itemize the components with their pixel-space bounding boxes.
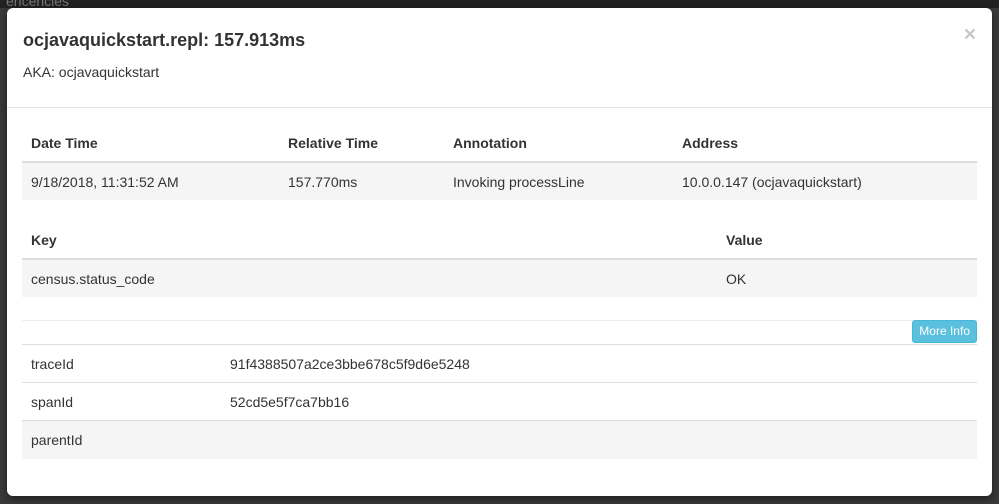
cell-date-time: 9/18/2018, 11:31:52 AM bbox=[22, 162, 279, 200]
parent-id-key: parentId bbox=[22, 420, 221, 459]
span-id-value: 52cd5e5f7ca7bb16 bbox=[221, 382, 977, 421]
trace-id-value: 91f4388507a2ce3bbe678c5f9d6e5248 bbox=[221, 344, 977, 383]
service-aka: AKA: ocjavaquickstart bbox=[23, 64, 160, 80]
modal-header: ocjavaquickstart.repl: 157.913ms AKA: oc… bbox=[7, 8, 992, 108]
cell-annotation: Invoking processLine bbox=[444, 162, 673, 200]
table-row: spanId 52cd5e5f7ca7bb16 bbox=[22, 382, 977, 421]
annotations-table: Date Time Relative Time Annotation Addre… bbox=[22, 124, 977, 200]
close-icon[interactable]: × bbox=[964, 24, 976, 45]
page-backdrop: encencies bbox=[0, 0, 999, 9]
annotations-header-row: Date Time Relative Time Annotation Addre… bbox=[22, 124, 977, 163]
cell-address: 10.0.0.147 (ocjavaquickstart) bbox=[673, 162, 977, 200]
cell-value: OK bbox=[717, 259, 977, 297]
col-annotation: Annotation bbox=[444, 124, 673, 163]
modal-body: Date Time Relative Time Annotation Addre… bbox=[7, 124, 992, 459]
cell-relative-time: 157.770ms bbox=[279, 162, 444, 200]
col-date-time: Date Time bbox=[22, 124, 279, 163]
table-row: traceId 91f4388507a2ce3bbe678c5f9d6e5248 bbox=[22, 344, 977, 383]
more-info-row: More Info bbox=[22, 320, 977, 344]
more-info-button[interactable]: More Info bbox=[912, 320, 977, 343]
col-value: Value bbox=[717, 221, 977, 260]
binary-annotations-table: Key Value census.status_code OK bbox=[22, 221, 977, 297]
col-address: Address bbox=[673, 124, 977, 163]
binary-header-row: Key Value bbox=[22, 221, 977, 260]
span-detail-modal: ocjavaquickstart.repl: 157.913ms AKA: oc… bbox=[7, 8, 992, 496]
cell-key: census.status_code bbox=[22, 259, 717, 297]
col-relative-time: Relative Time bbox=[279, 124, 444, 163]
table-row: parentId bbox=[22, 420, 977, 459]
table-row: 9/18/2018, 11:31:52 AM 157.770ms Invokin… bbox=[22, 162, 977, 200]
col-key: Key bbox=[22, 221, 717, 260]
span-id-key: spanId bbox=[22, 382, 221, 421]
table-row: census.status_code OK bbox=[22, 259, 977, 297]
ids-table: traceId 91f4388507a2ce3bbe678c5f9d6e5248… bbox=[22, 344, 977, 459]
modal-title: ocjavaquickstart.repl: 157.913ms bbox=[23, 30, 306, 50]
trace-id-key: traceId bbox=[22, 344, 221, 383]
parent-id-value bbox=[221, 420, 977, 459]
